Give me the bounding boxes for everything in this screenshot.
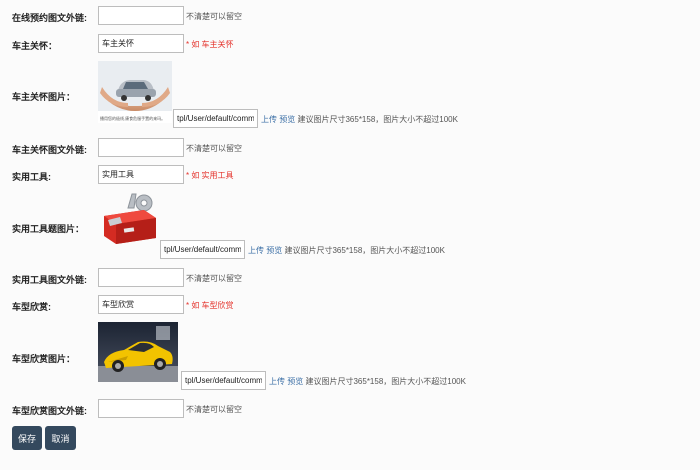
car-showcase-required-hint: * 如 车型欣赏	[186, 301, 234, 310]
tools-required-hint: * 如 实用工具	[186, 171, 234, 180]
car-showcase-thumbnail	[98, 322, 178, 382]
owner-care-preview-link[interactable]: 预览	[279, 115, 295, 124]
owner-care-image-path-input[interactable]	[173, 109, 258, 128]
tools-image-path-input[interactable]	[160, 240, 245, 259]
car-showcase-size-hint: 建议图片尺寸365*158，图片大小不超过100K	[305, 377, 466, 386]
owner-care-thumbnail-caption: 播用您的极线,康食危服手置的来玛。	[100, 116, 166, 121]
owner-care-upload-link[interactable]: 上传	[261, 115, 277, 124]
online-booking-link-input[interactable]	[98, 6, 184, 25]
car-showcase-label: 车型欣赏:	[12, 302, 51, 312]
car-showcase-input[interactable]	[98, 295, 184, 314]
car-showcase-upload-link[interactable]: 上传	[269, 377, 285, 386]
cancel-button[interactable]: 取消	[45, 426, 76, 450]
tools-label: 实用工具:	[12, 172, 51, 182]
car-showcase-preview-link[interactable]: 预览	[287, 377, 303, 386]
car-showcase-image-path-input[interactable]	[181, 371, 266, 390]
tools-link-input[interactable]	[98, 268, 184, 287]
hands-holding-car-icon	[98, 61, 172, 111]
car-showcase-link-input[interactable]	[98, 399, 184, 418]
owner-care-thumbnail: 播用您的极线,康食危服手置的来玛。	[98, 61, 172, 123]
save-button[interactable]: 保存	[12, 426, 42, 450]
tools-link-hint: 不清楚可以留空	[186, 274, 242, 283]
owner-care-size-hint: 建议图片尺寸365*158，图片大小不超过100K	[297, 115, 458, 124]
owner-care-input[interactable]	[98, 34, 184, 53]
tools-size-hint: 建议图片尺寸365*158，图片大小不超过100K	[284, 246, 445, 255]
car-showcase-image-label: 车型欣赏图片：	[12, 354, 76, 364]
tools-input[interactable]	[98, 165, 184, 184]
tools-link-label: 实用工具图文外链:	[12, 275, 87, 285]
tools-image-label: 实用工具题图片：	[12, 224, 85, 234]
owner-care-link-hint: 不清楚可以留空	[186, 144, 242, 153]
car-showcase-link-label: 车型欣赏图文外链:	[12, 406, 87, 416]
owner-care-link-input[interactable]	[98, 138, 184, 157]
online-booking-link-hint: 不清楚可以留空	[186, 12, 242, 21]
yellow-sports-car-icon	[98, 322, 178, 382]
tools-image-actions: 上传 预览 建议图片尺寸365*158，图片大小不超过100K	[248, 245, 445, 256]
car-showcase-image-actions: 上传 预览 建议图片尺寸365*158，图片大小不超过100K	[269, 376, 466, 387]
tools-thumbnail	[98, 190, 160, 246]
owner-care-image-label: 车主关怀图片：	[12, 92, 76, 102]
tools-upload-link[interactable]: 上传	[248, 246, 264, 255]
online-booking-link-label: 在线预约图文外链:	[12, 13, 87, 23]
owner-care-link-label: 车主关怀图文外链:	[12, 145, 87, 155]
owner-care-image-actions: 上传 预览 建议图片尺寸365*158，图片大小不超过100K	[261, 114, 458, 125]
owner-care-label: 车主关怀：	[12, 41, 58, 51]
tools-preview-link[interactable]: 预览	[266, 246, 282, 255]
red-toolbox-icon	[104, 193, 156, 244]
car-showcase-link-hint: 不清楚可以留空	[186, 405, 242, 414]
owner-care-required-hint: * 如 车主关怀	[186, 40, 234, 49]
